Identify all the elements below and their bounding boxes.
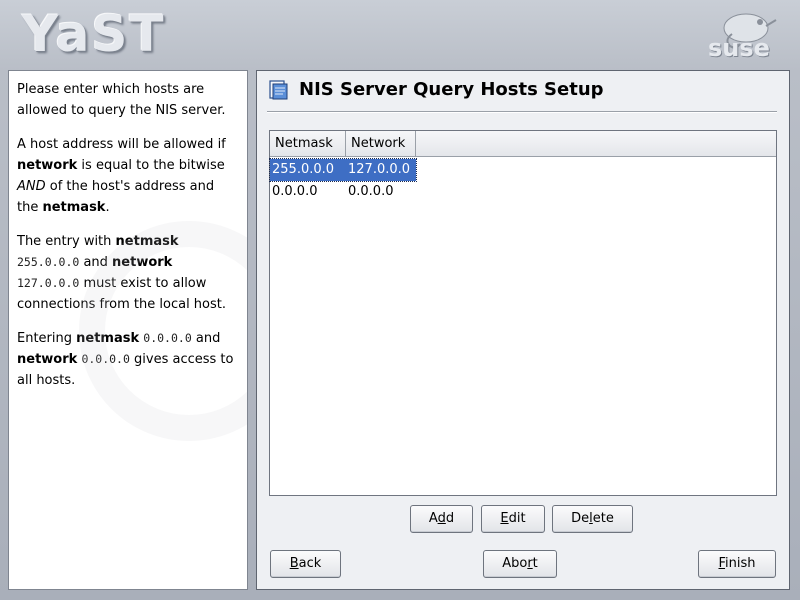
table-row[interactable]: 0.0.0.0 0.0.0.0 <box>270 181 416 203</box>
dialog-title: NIS Server Query Hosts Setup <box>299 79 604 100</box>
column-header-network[interactable]: Network <box>346 131 416 156</box>
suse-wordmark: suse <box>708 34 770 62</box>
banner: YaST suse <box>0 0 800 68</box>
table-row[interactable]: 255.0.0.0 127.0.0.0 <box>269 158 417 182</box>
back-button[interactable]: Back <box>270 550 341 578</box>
title-divider <box>267 111 777 113</box>
help-panel[interactable]: Please enter which hosts are allowed to … <box>8 70 248 590</box>
yast-logo: YaST <box>22 5 166 63</box>
help-paragraph-1: Please enter which hosts are allowed to … <box>17 82 226 118</box>
main-panel: NIS Server Query Hosts Setup Netmask Net… <box>256 70 790 590</box>
table-header: Netmask Network <box>270 131 776 157</box>
cell-network: 0.0.0.0 <box>348 184 394 199</box>
column-header-netmask[interactable]: Netmask <box>270 131 346 156</box>
cell-network: 127.0.0.0 <box>348 162 411 177</box>
hosts-table[interactable]: Netmask Network 255.0.0.0 127.0.0.0 0.0.… <box>269 130 777 496</box>
help-paragraph-2: A host address will be allowed if networ… <box>17 137 226 215</box>
document-icon <box>267 79 289 101</box>
cell-netmask: 0.0.0.0 <box>272 184 318 199</box>
finish-button[interactable]: Finish <box>698 550 776 578</box>
edit-button[interactable]: Edit <box>481 505 545 533</box>
suse-logo: suse <box>702 8 780 66</box>
delete-button[interactable]: Delete <box>552 505 633 533</box>
abort-button[interactable]: Abort <box>483 550 557 578</box>
cell-netmask: 255.0.0.0 <box>272 162 335 177</box>
add-button[interactable]: Add <box>410 505 473 533</box>
